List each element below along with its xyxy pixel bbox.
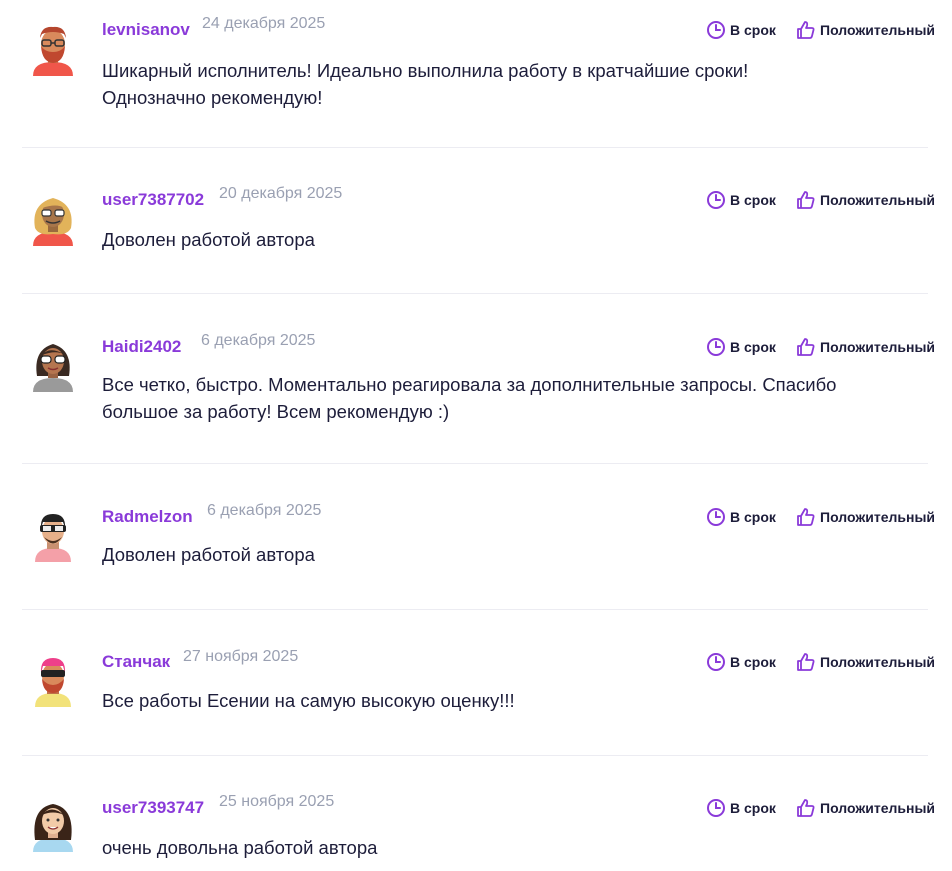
positive-label: Положительный [820,800,936,816]
positive-badge[interactable]: Положительный [796,507,935,527]
positive-label: Положительный [820,192,936,208]
on-time-badge[interactable]: В срок [706,798,776,818]
username[interactable]: levnisanov [102,20,190,40]
divider [22,147,928,148]
review-text: очень довольна работой автора [102,834,902,861]
review-date: 6 декабря 2025 [201,332,316,349]
username[interactable]: Станчак [102,652,170,672]
positive-label: Положительный [820,509,936,525]
review-date: 6 декабря 2025 [207,502,322,519]
on-time-badge[interactable]: В срок [706,190,776,210]
divider [22,463,928,464]
positive-label: Положительный [820,654,936,670]
on-time-label: В срок [730,192,776,208]
avatar[interactable] [27,510,79,562]
on-time-label: В срок [730,800,776,816]
username[interactable]: user7393747 [102,798,204,818]
review-text: Все четко, быстро. Моментально реагирова… [102,371,902,425]
review-date: 25 ноября 2025 [219,793,335,810]
thumbs-up-icon [797,21,815,39]
username[interactable]: Radmelzon [102,507,193,527]
username[interactable]: user7387702 [102,190,204,210]
review-text: Доволен работой автора [102,226,902,253]
review-date: 20 декабря 2025 [219,185,343,202]
review-text: Все работы Есении на самую высокую оценк… [102,687,902,714]
review-text-line: Шикарный исполнитель! Идеально выполнила… [102,60,749,81]
thumbs-up-icon [797,799,815,817]
on-time-label: В срок [730,22,776,38]
clock-icon [707,799,725,817]
on-time-badge[interactable]: В срок [706,507,776,527]
review-text-line: Все четко, быстро. Моментально реагирова… [102,374,837,395]
clock-icon [707,191,725,209]
thumbs-up-icon [797,191,815,209]
divider [22,293,928,294]
on-time-badge[interactable]: В срок [706,20,776,40]
review-date: 27 ноября 2025 [183,648,299,665]
on-time-label: В срок [730,509,776,525]
avatar[interactable] [27,24,79,76]
review-text-line: Однозначно рекомендую! [102,87,323,108]
positive-label: Положительный [820,22,936,38]
on-time-label: В срок [730,654,776,670]
on-time-badge[interactable]: В срок [706,337,776,357]
clock-icon [707,21,725,39]
review-text-line: очень довольна работой автора [102,837,378,858]
positive-badge[interactable]: Положительный [796,652,935,672]
clock-icon [707,508,725,526]
thumbs-up-icon [797,338,815,356]
positive-badge[interactable]: Положительный [796,20,935,40]
review-text-line: Доволен работой автора [102,229,315,250]
review-text: Шикарный исполнитель! Идеально выполнила… [102,57,902,111]
avatar[interactable] [27,340,79,392]
thumbs-up-icon [797,653,815,671]
thumbs-up-icon [797,508,815,526]
avatar[interactable] [27,194,79,246]
on-time-label: В срок [730,339,776,355]
review-date: 24 декабря 2025 [202,15,326,32]
review-text-line: большое за работу! Всем рекомендую :) [102,401,450,422]
username[interactable]: Haidi2402 [102,337,181,357]
positive-badge[interactable]: Положительный [796,337,935,357]
divider [22,609,928,610]
review-text-line: Доволен работой автора [102,544,315,565]
review-text: Доволен работой автора [102,541,902,568]
divider [22,755,928,756]
on-time-badge[interactable]: В срок [706,652,776,672]
clock-icon [707,653,725,671]
clock-icon [707,338,725,356]
positive-badge[interactable]: Положительный [796,798,935,818]
avatar[interactable] [27,655,79,707]
review-text-line: Все работы Есении на самую высокую оценк… [102,690,515,711]
positive-badge[interactable]: Положительный [796,190,935,210]
positive-label: Положительный [820,339,936,355]
avatar[interactable] [27,800,79,852]
